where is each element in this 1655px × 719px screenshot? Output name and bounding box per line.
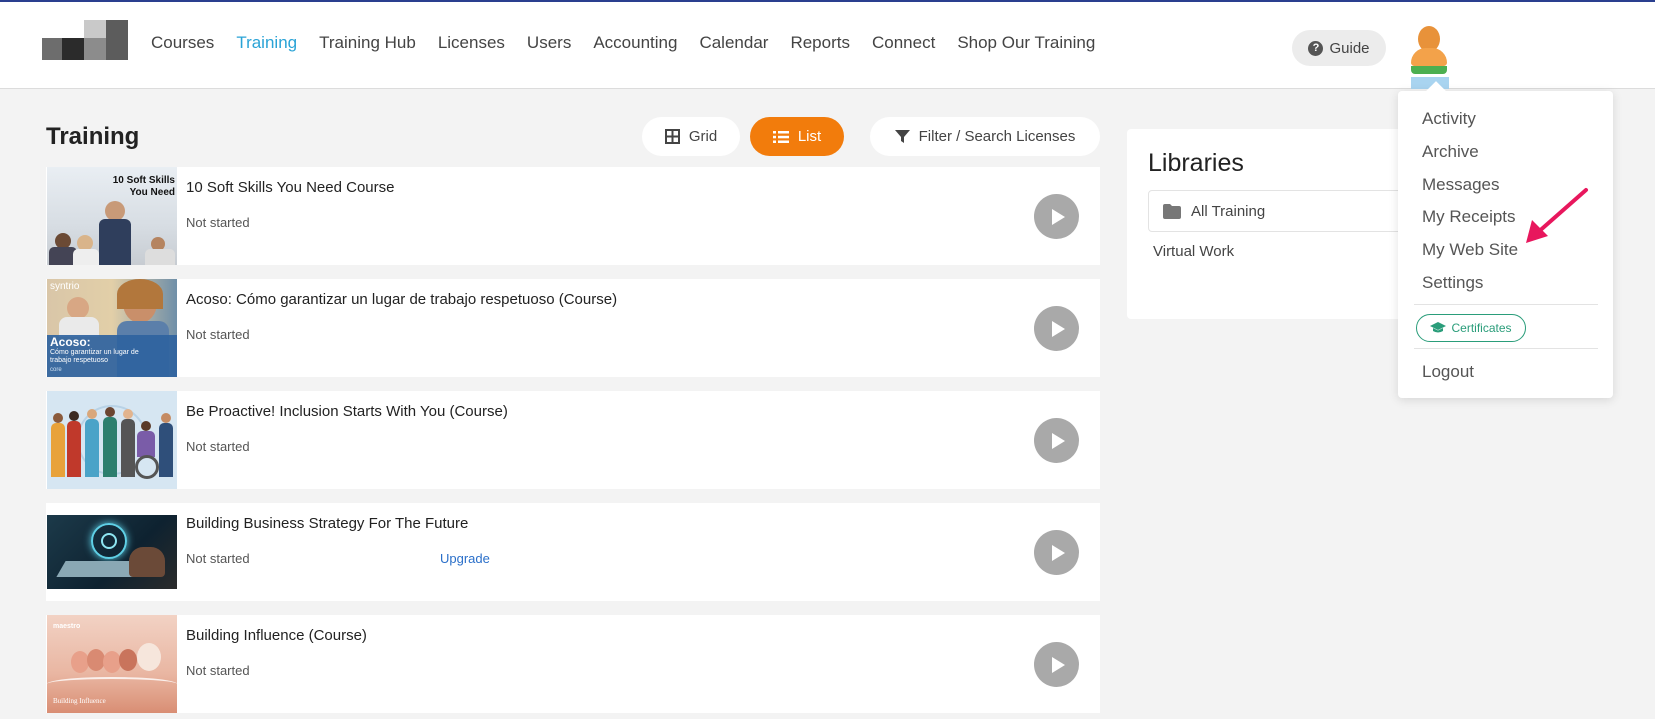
course-title[interactable]: 10 Soft Skills You Need Course <box>186 179 394 196</box>
menu-item-activity[interactable]: Activity <box>1422 109 1476 129</box>
guide-label: Guide <box>1329 39 1370 57</box>
menu-divider <box>1414 304 1598 305</box>
nav-licenses[interactable]: Licenses <box>438 33 505 53</box>
upgrade-link[interactable]: Upgrade <box>440 551 490 566</box>
nav-courses[interactable]: Courses <box>151 33 214 53</box>
course-status: Not started <box>186 215 250 230</box>
course-thumbnail: maestro Building Influence <box>47 615 177 713</box>
menu-item-settings[interactable]: Settings <box>1422 273 1483 293</box>
course-thumbnail: 10 Soft Skills You Need <box>47 167 177 265</box>
library-item-all-training[interactable]: All Training <box>1148 190 1417 232</box>
course-thumbnail: syntrio Acoso: Cómo garantizar un lugar … <box>47 279 177 377</box>
nav-training-hub[interactable]: Training Hub <box>319 33 416 53</box>
top-navigation-bar: Courses Training Training Hub Licenses U… <box>0 0 1655 89</box>
list-label: List <box>797 128 822 145</box>
course-title[interactable]: Building Influence (Course) <box>186 627 367 644</box>
question-circle-icon: ? <box>1308 40 1324 56</box>
thumbnail-title: Acoso: <box>50 335 91 349</box>
play-icon <box>1052 656 1065 673</box>
course-thumbnail <box>47 391 177 489</box>
nav-training[interactable]: Training <box>236 33 297 53</box>
menu-item-my-web-site[interactable]: My Web Site <box>1422 240 1518 260</box>
company-logo[interactable] <box>42 20 128 60</box>
thumbnail-brand: maestro <box>53 623 81 630</box>
thumbnail-subtitle: Cómo garantizar un lugar de trabajo resp… <box>50 349 139 364</box>
course-row[interactable]: Be Proactive! Inclusion Starts With You … <box>46 391 1100 489</box>
certificates-label: Certificates <box>1451 321 1512 335</box>
nav-accounting[interactable]: Accounting <box>593 33 677 53</box>
libraries-panel: Libraries All Training Virtual Work <box>1127 129 1417 319</box>
play-button[interactable] <box>1034 642 1079 687</box>
course-status: Not started <box>186 327 250 342</box>
nav-calendar[interactable]: Calendar <box>699 33 768 53</box>
grid-view-button[interactable]: Grid <box>642 117 740 156</box>
user-avatar[interactable] <box>1408 26 1450 92</box>
play-button[interactable] <box>1034 194 1079 239</box>
annotation-arrow-icon <box>1526 188 1588 243</box>
menu-item-logout[interactable]: Logout <box>1422 362 1474 382</box>
play-icon <box>1052 320 1065 337</box>
course-thumbnail <box>47 503 177 601</box>
thumbnail-tag: core <box>50 367 62 373</box>
filter-icon <box>894 130 910 143</box>
course-status: Not started <box>186 551 250 566</box>
nav-reports[interactable]: Reports <box>790 33 850 53</box>
grid-icon <box>664 129 680 144</box>
course-title[interactable]: Acoso: Cómo garantizar un lugar de traba… <box>186 291 617 308</box>
course-row[interactable]: Building Business Strategy For The Futur… <box>46 503 1100 601</box>
thumbnail-caption: Building Influence <box>53 697 106 705</box>
thumbnail-caption: 10 Soft Skills You Need <box>112 175 175 198</box>
filter-label: Filter / Search Licenses <box>918 128 1076 145</box>
main-nav: Courses Training Training Hub Licenses U… <box>151 33 1117 53</box>
play-button[interactable] <box>1034 306 1079 351</box>
graduation-cap-icon <box>1430 322 1447 333</box>
grid-label: Grid <box>688 128 718 145</box>
certificates-button[interactable]: Certificates <box>1416 314 1526 342</box>
nav-connect[interactable]: Connect <box>872 33 935 53</box>
page-title: Training <box>46 123 140 150</box>
thumbnail-brand: syntrio <box>50 281 80 292</box>
menu-item-my-receipts[interactable]: My Receipts <box>1422 207 1516 227</box>
menu-item-messages[interactable]: Messages <box>1422 175 1499 195</box>
menu-divider <box>1414 348 1598 349</box>
course-title[interactable]: Be Proactive! Inclusion Starts With You … <box>186 403 508 420</box>
course-status: Not started <box>186 663 250 678</box>
folder-icon <box>1163 203 1181 219</box>
course-status: Not started <box>186 439 250 454</box>
play-button[interactable] <box>1034 530 1079 575</box>
nav-shop-our-training[interactable]: Shop Our Training <box>957 33 1095 53</box>
library-item-virtual-work[interactable]: Virtual Work <box>1153 243 1234 260</box>
list-view-button[interactable]: List <box>750 117 844 156</box>
menu-item-archive[interactable]: Archive <box>1422 142 1479 162</box>
play-icon <box>1052 208 1065 225</box>
course-row[interactable]: 10 Soft Skills You Need 10 Soft Skills Y… <box>46 167 1100 265</box>
library-label: All Training <box>1191 202 1266 220</box>
course-row[interactable]: syntrio Acoso: Cómo garantizar un lugar … <box>46 279 1100 377</box>
nav-users[interactable]: Users <box>527 33 571 53</box>
filter-search-licenses-button[interactable]: Filter / Search Licenses <box>870 117 1100 156</box>
course-title[interactable]: Building Business Strategy For The Futur… <box>186 515 468 532</box>
list-icon <box>772 130 789 143</box>
course-row[interactable]: maestro Building Influence Building Infl… <box>46 615 1100 713</box>
guide-button[interactable]: ? Guide <box>1292 30 1386 66</box>
libraries-title: Libraries <box>1148 149 1244 177</box>
play-icon <box>1052 432 1065 449</box>
play-button[interactable] <box>1034 418 1079 463</box>
play-icon <box>1052 544 1065 561</box>
